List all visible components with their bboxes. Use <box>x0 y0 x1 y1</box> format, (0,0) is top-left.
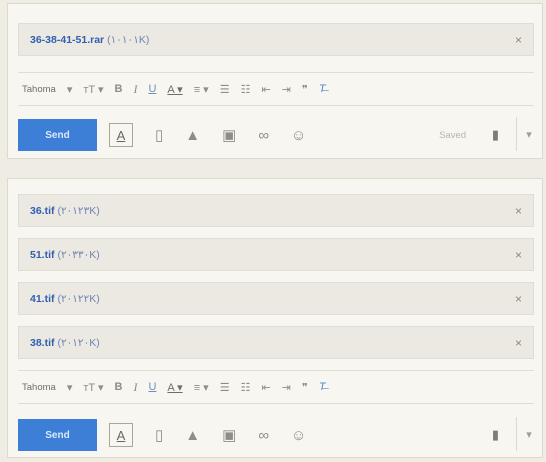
italic-button[interactable]: I <box>133 380 137 395</box>
remove-attachment-icon[interactable]: × <box>515 248 522 262</box>
formatting-toolbar: Tahoma ▾ тT ▾ B I U A ▾ ≡ ▾ ☰ ☷ ⇤ ⇥ ❞ T̶ <box>18 72 534 106</box>
attach-file-icon[interactable]: ▯ <box>155 126 163 144</box>
attachment-name[interactable]: 41.tif <box>30 293 55 305</box>
formatting-options-icon[interactable]: A <box>109 123 133 147</box>
insert-photo-icon[interactable]: ▣ <box>222 126 236 144</box>
attachment-chip[interactable]: 36-38-41-51.rar (۱۰۱۰۱K) × <box>18 23 534 56</box>
attachment-size: (۲۰۱۲۰K) <box>57 336 100 349</box>
attachment-size: (۱۰۱۰۱K) <box>107 33 150 46</box>
attachment-chip[interactable]: 41.tif (۲۰۱۲۲K) × <box>18 282 534 315</box>
formatting-toolbar: Tahoma ▾ тT ▾ B I U A ▾ ≡ ▾ ☰ ☷ ⇤ ⇥ ❞ T̶ <box>18 370 534 404</box>
font-size-button[interactable]: тT ▾ <box>83 83 103 96</box>
saved-status: Saved <box>439 129 466 141</box>
underline-button[interactable]: U <box>148 381 156 393</box>
formatting-options-icon[interactable]: A <box>109 423 133 447</box>
attachment-name[interactable]: 51.tif <box>30 249 55 261</box>
font-family-select[interactable]: Tahoma <box>22 382 56 393</box>
numbered-list-icon[interactable]: ☰ <box>220 83 230 96</box>
font-dropdown-icon[interactable]: ▾ <box>67 83 73 96</box>
attachment-size: (۲۰۱۲۲K) <box>57 292 100 305</box>
remove-attachment-icon[interactable]: × <box>515 292 522 306</box>
attach-file-icon[interactable]: ▯ <box>155 426 163 444</box>
send-button[interactable]: Send <box>18 419 97 451</box>
send-button[interactable]: Send <box>18 119 97 151</box>
remove-attachment-icon[interactable]: × <box>515 204 522 218</box>
indent-more-icon[interactable]: ⇥ <box>282 83 291 96</box>
italic-button[interactable]: I <box>133 82 137 97</box>
insert-link-icon[interactable]: ∞ <box>258 127 269 144</box>
indent-less-icon[interactable]: ⇤ <box>261 381 270 394</box>
drive-icon[interactable]: ▲ <box>185 127 200 144</box>
font-family-select[interactable]: Tahoma <box>22 84 56 95</box>
attachment-chip[interactable]: 38.tif (۲۰۱۲۰K) × <box>18 326 534 359</box>
attachment-name[interactable]: 36.tif <box>30 205 55 217</box>
indent-less-icon[interactable]: ⇤ <box>261 83 270 96</box>
send-row: Send A ▯ ▲ ▣ ∞ ☺ ▮ ▾ <box>18 417 544 453</box>
align-button[interactable]: ≡ ▾ <box>194 83 209 96</box>
compose-panel-bottom: 36.tif (۲۰۱۲۳K) × 51.tif (۲۰۳۳۰K) × 41.t… <box>7 178 543 458</box>
discard-draft-icon[interactable]: ▮ <box>492 427 499 443</box>
send-row: Send A ▯ ▲ ▣ ∞ ☺ Saved ▮ ▾ <box>18 117 544 153</box>
quote-icon[interactable]: ❞ <box>302 381 308 394</box>
align-button[interactable]: ≡ ▾ <box>194 381 209 394</box>
numbered-list-icon[interactable]: ☰ <box>220 381 230 394</box>
remove-attachment-icon[interactable]: × <box>515 336 522 350</box>
underline-button[interactable]: U <box>148 83 156 95</box>
emoji-icon[interactable]: ☺ <box>291 427 306 444</box>
text-color-button[interactable]: A ▾ <box>167 83 182 96</box>
bulleted-list-icon[interactable]: ☷ <box>241 83 251 96</box>
text-color-button[interactable]: A ▾ <box>167 381 182 394</box>
discard-draft-icon[interactable]: ▮ <box>492 127 499 143</box>
quote-icon[interactable]: ❞ <box>302 83 308 96</box>
attachment-chip[interactable]: 36.tif (۲۰۱۲۳K) × <box>18 194 534 227</box>
more-options-icon[interactable]: ▾ <box>516 117 541 151</box>
insert-link-icon[interactable]: ∞ <box>258 427 269 444</box>
bulleted-list-icon[interactable]: ☷ <box>241 381 251 394</box>
drive-icon[interactable]: ▲ <box>185 427 200 444</box>
indent-more-icon[interactable]: ⇥ <box>282 381 291 394</box>
attachment-name[interactable]: 36-38-41-51.rar <box>30 34 104 46</box>
compose-panel-top: 36-38-41-51.rar (۱۰۱۰۱K) × Tahoma ▾ тT ▾… <box>7 3 543 159</box>
bold-button[interactable]: B <box>114 83 122 95</box>
attachment-chip[interactable]: 51.tif (۲۰۳۳۰K) × <box>18 238 534 271</box>
remove-attachment-icon[interactable]: × <box>515 33 522 47</box>
insert-photo-icon[interactable]: ▣ <box>222 426 236 444</box>
clear-formatting-icon[interactable]: T̶ <box>319 381 326 393</box>
emoji-icon[interactable]: ☺ <box>291 127 306 144</box>
more-options-icon[interactable]: ▾ <box>516 417 541 451</box>
font-size-button[interactable]: тT ▾ <box>83 381 103 394</box>
font-dropdown-icon[interactable]: ▾ <box>67 381 73 394</box>
bold-button[interactable]: B <box>114 381 122 393</box>
attachment-name[interactable]: 38.tif <box>30 337 55 349</box>
attachment-size: (۲۰۳۳۰K) <box>57 248 100 261</box>
attachment-size: (۲۰۱۲۳K) <box>57 204 100 217</box>
clear-formatting-icon[interactable]: T̶ <box>319 83 326 95</box>
